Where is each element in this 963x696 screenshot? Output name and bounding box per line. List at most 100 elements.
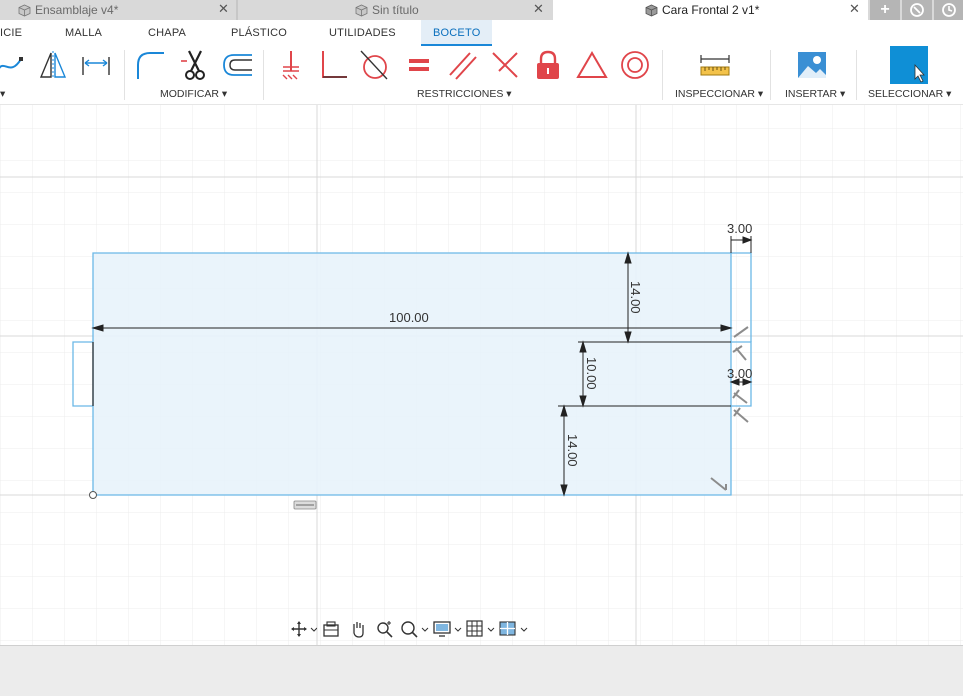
workspace-tabs: ICIE MALLA CHAPA PLÁSTICO UTILIDADES BOC…	[0, 20, 963, 46]
viewports-icon	[498, 621, 527, 636]
measure-tool-button[interactable]	[698, 48, 732, 82]
spline-tool-button[interactable]	[0, 48, 28, 82]
component-cube-icon	[645, 4, 658, 17]
modificar-menu[interactable]: MODIFICAR ▾	[160, 88, 227, 100]
tab-utilidades[interactable]: UTILIDADES	[329, 20, 396, 46]
display-icon	[433, 621, 462, 637]
doc-tab-sin-titulo[interactable]: Sin título ✕	[238, 0, 553, 20]
collinear-icon	[492, 52, 518, 78]
parallel-constraint-button[interactable]	[445, 48, 479, 82]
sketch-toolbar: ▾ MODIFICAR ▾ RESTRICCIONES ▾ INSPECCION…	[0, 46, 963, 105]
doc-tab-label: Sin título	[372, 3, 419, 17]
dimension-icon	[82, 57, 110, 75]
seleccionar-menu[interactable]: SELECCIONAR ▾	[868, 88, 951, 100]
clock-icon	[941, 3, 956, 17]
job-status-button[interactable]	[934, 0, 963, 20]
select-tool-button[interactable]	[890, 46, 928, 84]
insert-image-button[interactable]	[795, 48, 829, 82]
fix-constraint-button[interactable]	[531, 48, 565, 82]
orbit-icon	[290, 621, 317, 637]
tab-superficie[interactable]: ICIE	[0, 20, 22, 46]
grid-icon	[466, 620, 494, 637]
restricciones-menu[interactable]: RESTRICCIONES ▾	[417, 88, 512, 100]
triangle-icon	[576, 51, 608, 78]
perpendicular-icon	[322, 51, 347, 78]
doc-tab-cara-frontal[interactable]: Cara Frontal 2 v1* ✕	[553, 0, 868, 20]
trim-tool-button[interactable]	[178, 48, 212, 82]
close-tab-icon[interactable]: ✕	[533, 1, 544, 17]
tangent-constraint-button[interactable]	[358, 48, 392, 82]
horizontal-constraint-icon[interactable]	[293, 500, 317, 510]
collinear-constraint-button[interactable]	[488, 48, 522, 82]
tab-boceto[interactable]: BOCETO	[421, 20, 493, 46]
insertar-menu[interactable]: INSERTAR ▾	[785, 88, 845, 100]
hand-icon	[353, 622, 364, 638]
document-tab-bar: Ensamblaje v4* ✕ Sin título ✕ Cara Front…	[0, 0, 963, 20]
toolbar-separator	[263, 50, 264, 100]
zoom-icon	[377, 621, 393, 638]
dimension-top-offset[interactable]: 3.00	[727, 221, 752, 236]
fix-constraint-icon	[282, 51, 299, 80]
toolbar-separator	[662, 50, 663, 100]
orbit-button[interactable]	[290, 618, 317, 640]
equal-icon	[409, 59, 429, 71]
tab-plastico[interactable]: PLÁSTICO	[231, 20, 287, 46]
close-tab-icon[interactable]: ✕	[849, 1, 860, 17]
concentric-constraint-button[interactable]	[618, 48, 652, 82]
parallel-icon	[449, 52, 477, 80]
display-settings-button[interactable]	[431, 618, 464, 640]
inspeccionar-menu[interactable]: INSPECCIONAR ▾	[675, 88, 763, 100]
dimension-mid-height[interactable]: 10.00	[584, 357, 599, 390]
sketch-canvas[interactable]: 100.00 3.00 3.00 14.00 10.00 14.00	[0, 105, 963, 645]
offset-tool-button[interactable]	[220, 48, 254, 82]
dimension-upper-height[interactable]: 14.00	[628, 281, 643, 314]
grid-settings-button[interactable]	[464, 618, 497, 640]
doc-tab-label: Ensamblaje v4*	[35, 3, 119, 17]
new-tab-button[interactable]: +	[870, 0, 900, 20]
zoom-window-icon	[401, 621, 429, 638]
bottom-panel	[0, 645, 963, 696]
mirror-tool-button[interactable]	[36, 48, 70, 82]
mirror-icon	[39, 51, 67, 79]
viewports-button[interactable]	[497, 618, 530, 640]
doc-tab-ensamblaje[interactable]: Ensamblaje v4* ✕	[0, 0, 236, 20]
toolbar-separator	[770, 50, 771, 100]
dimension-side-offset[interactable]: 3.00	[727, 366, 752, 381]
offset-icon	[223, 54, 252, 76]
sketch-viewport[interactable]: 100.00 3.00 3.00 14.00 10.00 14.00	[0, 105, 963, 645]
doc-tab-label: Cara Frontal 2 v1*	[662, 3, 760, 17]
equal-constraint-button[interactable]	[402, 48, 436, 82]
navigation-bar	[290, 617, 530, 641]
zoom-button[interactable]	[371, 618, 398, 640]
perpendicular-constraint-button[interactable]	[316, 48, 350, 82]
fillet-tool-button[interactable]	[133, 48, 167, 82]
dimension-tool-button[interactable]	[79, 48, 113, 82]
lock-icon	[537, 50, 559, 79]
toolbar-separator	[124, 50, 125, 100]
look-at-button[interactable]	[317, 618, 344, 640]
dimension-width[interactable]: 100.00	[389, 310, 429, 325]
component-cube-icon	[355, 4, 368, 17]
image-icon	[798, 52, 826, 78]
origin-point[interactable]	[89, 491, 97, 499]
cursor-icon	[914, 63, 925, 83]
scissors-icon	[181, 50, 205, 80]
spline-icon	[0, 57, 23, 69]
extensions-icon	[910, 3, 924, 17]
extensions-button[interactable]	[902, 0, 932, 20]
ruler-icon	[700, 55, 730, 76]
fillet-icon	[137, 52, 164, 79]
dimension-lower-height[interactable]: 14.00	[565, 434, 580, 467]
component-cube-icon	[18, 4, 31, 17]
concentric-icon	[621, 51, 649, 79]
coincident-constraint-button[interactable]	[274, 48, 308, 82]
toolbar-separator	[856, 50, 857, 100]
zoom-window-button[interactable]	[398, 618, 431, 640]
tangent-icon	[360, 50, 388, 80]
create-dropdown-caret[interactable]: ▾	[0, 88, 5, 100]
close-tab-icon[interactable]: ✕	[218, 1, 229, 17]
tab-chapa[interactable]: CHAPA	[148, 20, 186, 46]
tab-malla[interactable]: MALLA	[65, 20, 102, 46]
pan-button[interactable]	[344, 618, 371, 640]
symmetry-constraint-button[interactable]	[575, 48, 609, 82]
